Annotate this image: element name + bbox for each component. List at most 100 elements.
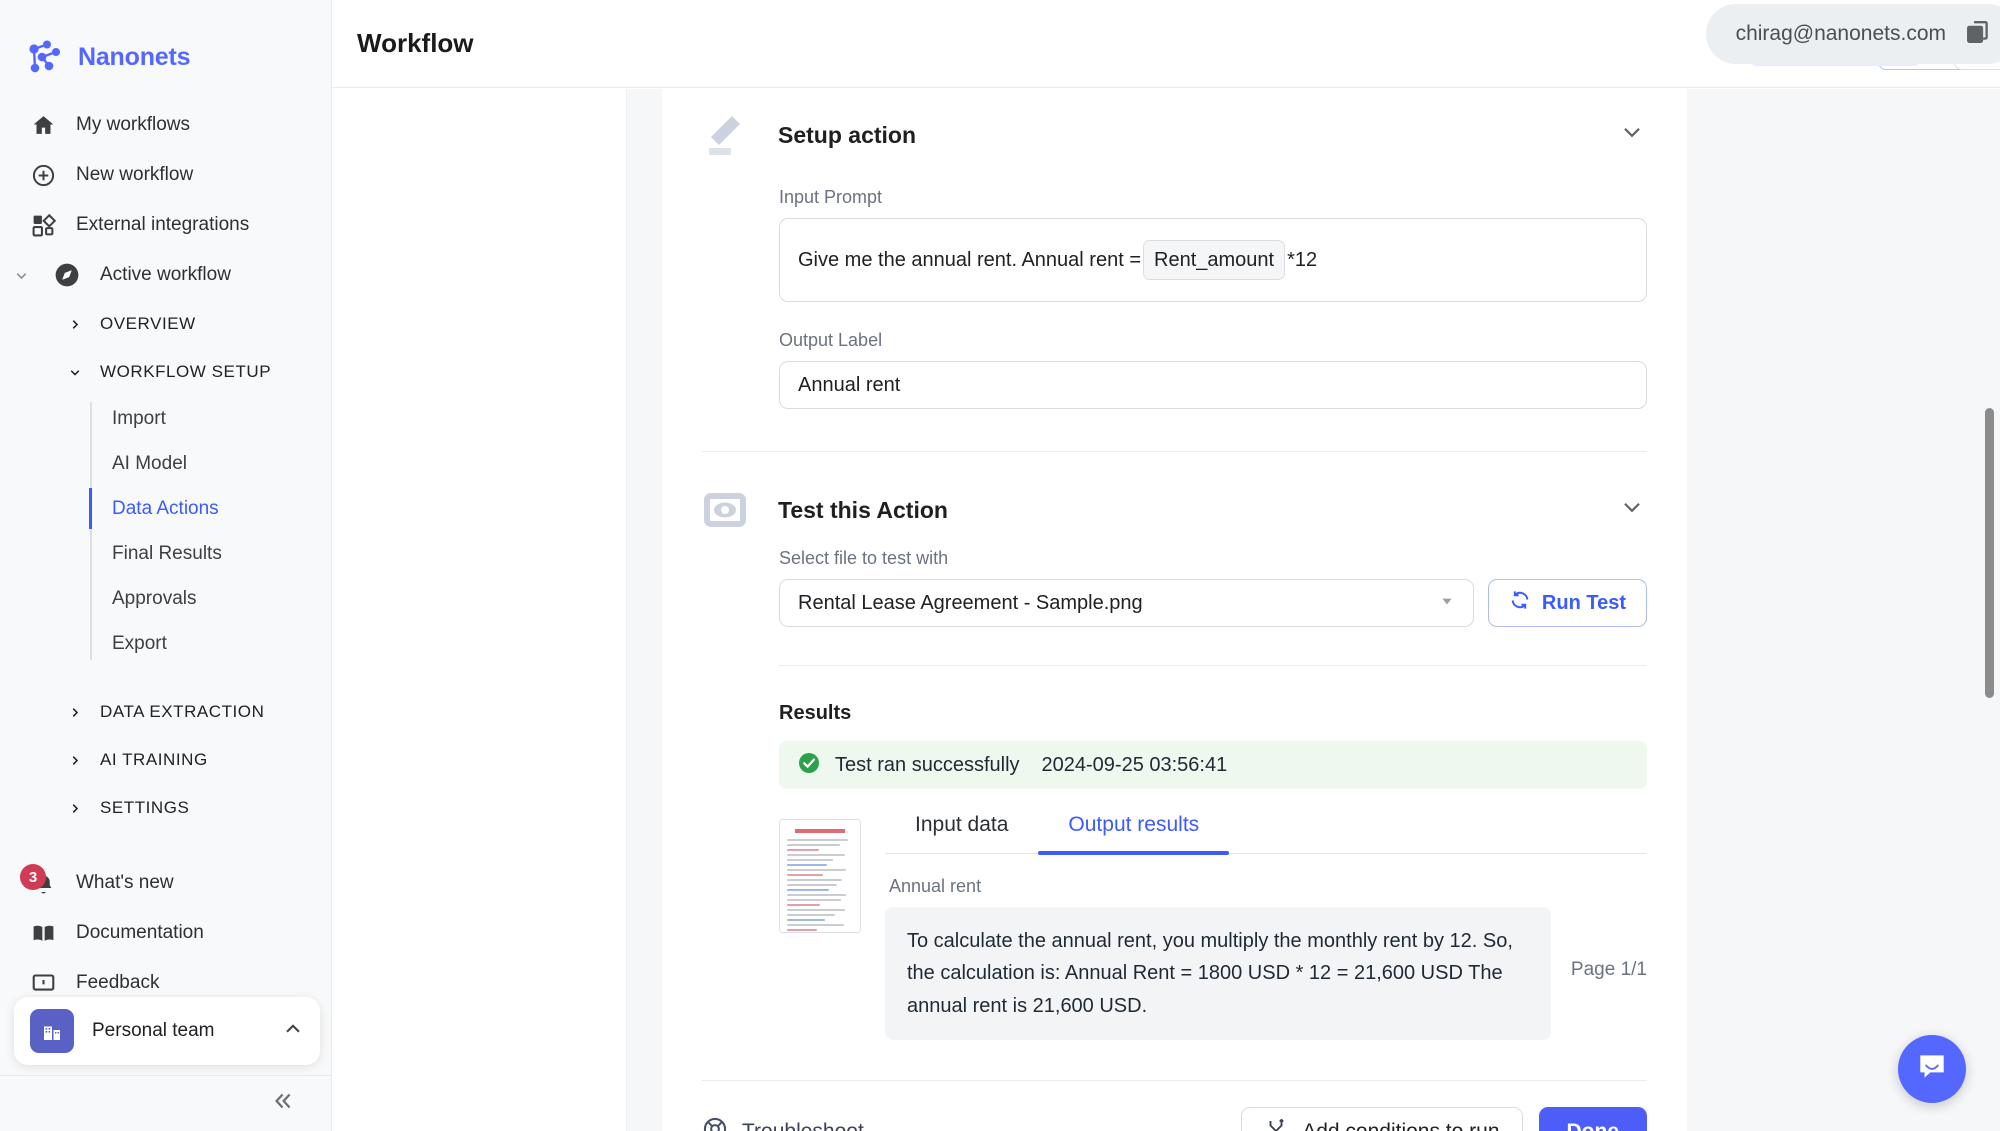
sidebar-group-label: AI TRAINING (100, 750, 208, 770)
results-heading: Results (779, 702, 1647, 725)
team-switcher[interactable]: Personal team (14, 997, 320, 1065)
chevron-right-icon (68, 317, 82, 332)
input-prompt-field[interactable]: Give me the annual rent. Annual rent = R… (779, 218, 1647, 302)
sidebar-group-workflow-setup[interactable]: WORKFLOW SETUP (0, 348, 331, 396)
sidebar: Nanonets My workflows New workflow (0, 0, 332, 1131)
sidebar-item-label: External integrations (76, 214, 249, 236)
input-prompt-label: Input Prompt (779, 187, 1647, 208)
sidebar-item-label: Active workflow (100, 264, 231, 286)
intercom-chat-button[interactable] (1898, 1035, 1966, 1103)
chevron-up-icon[interactable] (282, 1018, 304, 1045)
notification-badge: 3 (20, 864, 46, 890)
sidebar-item-whats-new[interactable]: 3 What's new (0, 858, 331, 908)
brand-name: Nanonets (78, 43, 190, 72)
prompt-prefix-text: Give me the annual rent. Annual rent = (798, 249, 1141, 272)
setup-action-header[interactable]: Setup action (662, 89, 1687, 159)
tab-label: Output results (1068, 813, 1199, 836)
sidebar-item-label: Import (112, 408, 166, 430)
caret-down-icon (1439, 592, 1455, 615)
test-status-text: Test ran successfully (835, 754, 1020, 777)
branch-icon (1264, 1117, 1288, 1131)
setup-action-fields: Input Prompt Give me the annual rent. An… (662, 187, 1687, 409)
brand[interactable]: Nanonets (0, 0, 331, 92)
collapse-sidebar-button[interactable] (0, 1075, 331, 1131)
sidebar-item-label: My workflows (76, 114, 190, 136)
add-conditions-button[interactable]: Add conditions to run (1241, 1107, 1522, 1131)
pencil-icon (702, 112, 748, 158)
select-file-label: Select file to test with (779, 548, 1647, 569)
action-card: Setup action Input Prompt Give me the an… (662, 89, 1687, 1131)
sidebar-item-documentation[interactable]: Documentation (0, 908, 331, 958)
sidebar-item-new-workflow[interactable]: New workflow (0, 150, 331, 200)
test-action-header[interactable]: Test this Action (662, 452, 1687, 534)
sidebar-group-overview[interactable]: OVERVIEW (0, 300, 331, 348)
sidebar-item-label: Data Actions (112, 498, 219, 520)
sidebar-group-settings[interactable]: SETTINGS (0, 784, 331, 832)
tab-input-data[interactable]: Input data (885, 813, 1038, 853)
results-divider (779, 665, 1647, 666)
sidebar-item-data-actions[interactable]: Data Actions (90, 486, 331, 531)
lifebuoy-icon (702, 1116, 728, 1131)
file-selection-row: Rental Lease Agreement - Sample.png Run … (779, 579, 1647, 627)
sidebar-item-label: New workflow (76, 164, 193, 186)
run-test-label: Run Test (1542, 592, 1626, 615)
run-test-button[interactable]: Run Test (1488, 579, 1647, 627)
output-field-label: Annual rent (889, 876, 1647, 897)
page-indicator: Page 1/1 (1571, 907, 1647, 981)
tab-output-results[interactable]: Output results (1038, 813, 1229, 853)
sidebar-item-label: Export (112, 633, 167, 655)
sidebar-item-export[interactable]: Export (90, 621, 331, 666)
sidebar-item-ai-model[interactable]: AI Model (90, 441, 331, 486)
sidebar-group-label: OVERVIEW (100, 314, 196, 334)
team-name: Personal team (92, 1020, 264, 1042)
sidebar-item-my-workflows[interactable]: My workflows (0, 100, 331, 150)
test-status-banner: Test ran successfully 2024-09-25 03:56:4… (779, 741, 1647, 789)
output-label-value: Annual rent (798, 374, 900, 397)
account-email: chirag@nanonets.com (1736, 22, 1946, 46)
sidebar-group-label: WORKFLOW SETUP (100, 362, 271, 382)
test-file-select[interactable]: Rental Lease Agreement - Sample.png (779, 579, 1474, 627)
double-chevron-left-icon (269, 1088, 295, 1119)
sidebar-item-approvals[interactable]: Approvals (90, 576, 331, 621)
nanonets-logo-icon (26, 38, 64, 76)
eye-icon (702, 487, 748, 533)
done-label: Done (1567, 1120, 1620, 1131)
output-result-row: To calculate the annual rent, you multip… (885, 907, 1647, 1040)
output-result-text: To calculate the annual rent, you multip… (885, 907, 1551, 1040)
copy-icon[interactable] (1964, 18, 1992, 51)
vertical-scrollbar[interactable] (1985, 408, 1994, 698)
chevron-down-icon[interactable] (1619, 494, 1645, 525)
chevron-down-icon[interactable] (8, 267, 34, 284)
document-thumbnail[interactable] (779, 819, 861, 933)
intercom-chat-icon (1915, 1050, 1949, 1089)
action-footer: Troubleshoot Add conditions to run Done (662, 1081, 1687, 1131)
sidebar-item-label: AI Model (112, 453, 187, 475)
sidebar-item-label: Documentation (76, 922, 204, 944)
secondary-nav: 3 What's new Documentation Feedback (0, 858, 331, 1008)
sidebar-item-active-workflow[interactable]: Active workflow (0, 250, 331, 300)
sidebar-item-external-integrations[interactable]: External integrations (0, 200, 331, 250)
compass-icon (54, 262, 80, 288)
home-icon (30, 112, 56, 138)
main-content: Setup action Input Prompt Give me the an… (627, 89, 2000, 1131)
output-area: Input data Output results Annual rent To… (779, 813, 1647, 1040)
sidebar-item-label: Feedback (76, 972, 159, 994)
prompt-variable-token[interactable]: Rent_amount (1143, 240, 1285, 280)
troubleshoot-button[interactable]: Troubleshoot (702, 1116, 864, 1131)
refresh-icon (1509, 589, 1531, 617)
chevron-down-icon[interactable] (1619, 119, 1645, 150)
sidebar-item-import[interactable]: Import (90, 396, 331, 441)
output-label-label: Output Label (779, 330, 1647, 351)
book-icon (30, 920, 56, 946)
sidebar-item-label: Final Results (112, 543, 222, 565)
sidebar-group-ai-training[interactable]: AI TRAINING (0, 736, 331, 784)
test-action-title: Test this Action (778, 497, 948, 524)
grid-shapes-icon (30, 212, 56, 238)
sidebar-item-final-results[interactable]: Final Results (90, 531, 331, 576)
sidebar-group-data-extraction[interactable]: DATA EXTRACTION (0, 688, 331, 736)
output-label-field[interactable]: Annual rent (779, 361, 1647, 409)
done-button[interactable]: Done (1539, 1107, 1648, 1131)
chevron-down-icon (68, 365, 82, 380)
output-panel: Input data Output results Annual rent To… (885, 813, 1647, 1040)
setup-action-title: Setup action (778, 122, 916, 149)
